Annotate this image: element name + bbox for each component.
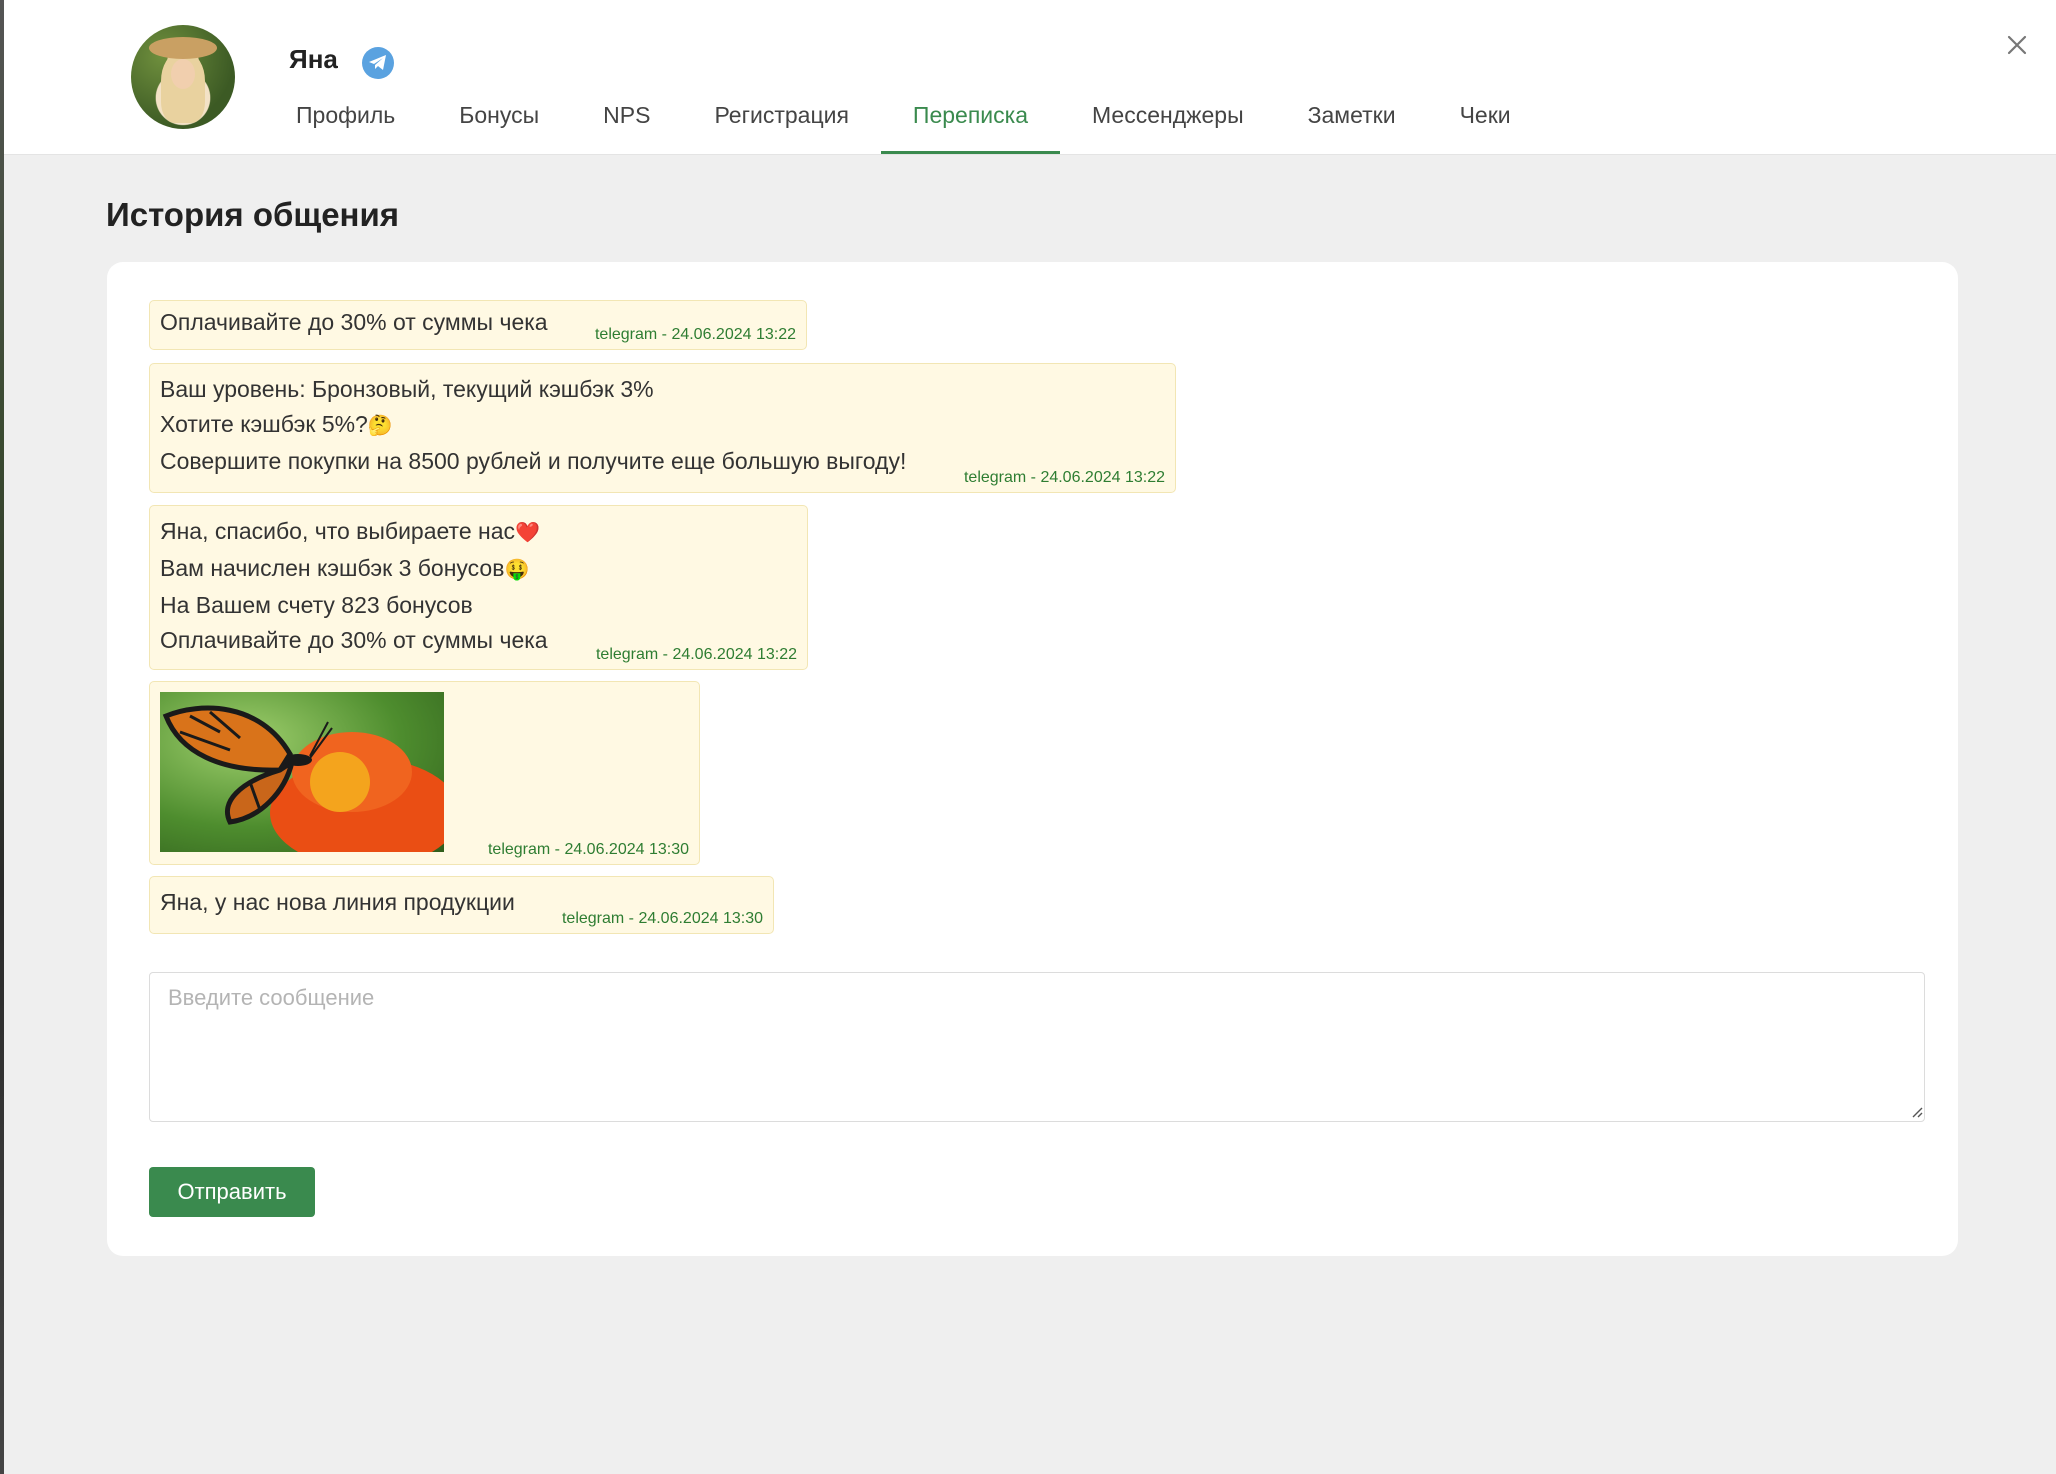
message-line: Ваш уровень: Бронзовый, текущий кэшбэк 3… xyxy=(160,376,654,402)
close-icon[interactable] xyxy=(2002,30,2032,60)
message-line: Яна, спасибо, что выбираете нас❤️ xyxy=(160,518,540,544)
resize-handle-icon[interactable] xyxy=(1911,1106,1923,1118)
thinking-face-icon: 🤔 xyxy=(367,415,393,437)
message-bubble: Яна, спасибо, что выбираете нас❤️ Вам на… xyxy=(149,505,808,670)
tab-notes[interactable]: Заметки xyxy=(1276,92,1428,154)
user-name: Яна xyxy=(289,44,338,74)
tab-bonuses[interactable]: Бонусы xyxy=(427,92,571,154)
message-meta: telegram - 24.06.2024 13:22 xyxy=(594,326,796,343)
section-title: История общения xyxy=(106,196,400,233)
message-input[interactable] xyxy=(149,972,1925,1122)
message-bubble: telegram - 24.06.2024 13:30 xyxy=(149,681,700,865)
tab-nps[interactable]: NPS xyxy=(571,92,682,154)
message-line: На Вашем счету 823 бонусов xyxy=(160,592,473,618)
message-line: Вам начислен кэшбэк 3 бонусов🤑 xyxy=(160,555,530,581)
tab-profile[interactable]: Профиль xyxy=(264,92,427,154)
message-meta: telegram - 24.06.2024 13:22 xyxy=(963,469,1165,486)
message-meta: telegram - 24.06.2024 13:30 xyxy=(487,841,689,858)
tab-messengers[interactable]: Мессенджеры xyxy=(1060,92,1276,154)
butterfly-on-flower-photo[interactable] xyxy=(160,692,444,852)
message-meta: telegram - 24.06.2024 13:22 xyxy=(595,646,797,663)
money-face-icon: 🤑 xyxy=(504,559,530,581)
chat-history-card: Оплачивайте до 30% от суммы чека telegra… xyxy=(107,262,1958,1256)
message-line: Хотите кэшбэк 5%?🤔 xyxy=(160,411,393,437)
send-button[interactable]: Отправить xyxy=(149,1167,315,1217)
telegram-icon xyxy=(362,47,394,79)
client-card-modal: Яна Профиль Бонусы NPS Регистрация Переп… xyxy=(4,0,2056,1474)
heart-icon: ❤️ xyxy=(515,522,540,544)
tab-correspondence[interactable]: Переписка xyxy=(880,92,1060,154)
tab-registration[interactable]: Регистрация xyxy=(682,92,880,154)
avatar xyxy=(131,25,235,129)
message-bubble: Яна, у нас нова линия продукции telegram… xyxy=(149,876,774,934)
tab-bar: Профиль Бонусы NPS Регистрация Переписка… xyxy=(264,92,1543,154)
tab-receipts[interactable]: Чеки xyxy=(1428,92,1543,154)
modal-header: Яна Профиль Бонусы NPS Регистрация Переп… xyxy=(4,0,2056,155)
message-bubble: Ваш уровень: Бронзовый, текущий кэшбэк 3… xyxy=(149,363,1176,493)
message-bubble: Оплачивайте до 30% от суммы чека telegra… xyxy=(149,300,807,350)
message-meta: telegram - 24.06.2024 13:30 xyxy=(561,910,763,927)
